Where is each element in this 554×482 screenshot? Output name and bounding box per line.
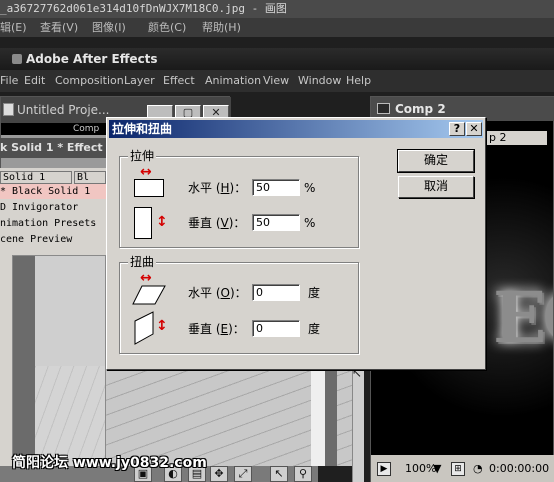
skew-horizontal-unit: 度	[308, 286, 321, 300]
tool-button[interactable]: ⤢	[234, 466, 252, 482]
stretch-vertical-label: 垂直 (V)：	[188, 216, 246, 230]
skew-vertical-unit: 度	[308, 322, 321, 336]
tool-button[interactable]: ✥	[210, 466, 228, 482]
preview-pillar	[311, 370, 325, 466]
viewer-menubar: 辑(E) 查看(V) 图像(I) 颜色(C) 帮助(H)	[0, 18, 554, 37]
ae-menu-view[interactable]: View	[263, 70, 289, 92]
viewer-menu-image[interactable]: 图像(I)	[92, 18, 126, 37]
help-button[interactable]: ?	[449, 122, 465, 136]
scene-preview-center	[106, 370, 364, 466]
skew-horizontal-label: 水平 (O)：	[188, 286, 247, 300]
comp-status-bar: ▶ 100% ▼ ⊞ ◔ 0:00:00:00	[371, 455, 554, 482]
skew-vertical-label: 垂直 (E)：	[188, 322, 245, 336]
viewer-menu-edit[interactable]: 辑(E)	[0, 18, 27, 37]
skew-vertical-field[interactable]: 0	[252, 320, 300, 337]
stretch-horizontal-unit: %	[304, 181, 316, 195]
ae-title: Adobe After Effects	[26, 52, 158, 66]
stretch-horizontal-field[interactable]: 50	[252, 179, 300, 196]
vertical-arrow-icon: ↕	[156, 214, 168, 230]
ae-menu-effect[interactable]: Effect	[163, 70, 195, 92]
ok-button[interactable]: 确定	[397, 149, 475, 173]
list-item[interactable]: D Invigorator	[0, 200, 106, 215]
ae-title-bar: Adobe After Effects	[0, 48, 554, 70]
horizontal-arrow-icon: ↔	[140, 270, 152, 286]
preview-wall	[13, 256, 35, 476]
ae-menu-composition[interactable]: Composition	[55, 70, 124, 92]
project-comp-label: Comp	[73, 124, 100, 134]
stretch-group-label: 拉伸	[128, 149, 157, 163]
snapshot-icon[interactable]: ◔	[473, 455, 483, 482]
watermark: 简阳论坛 www.jy0832.com	[12, 455, 207, 471]
arrow-tool-icon[interactable]: ↖	[270, 466, 288, 482]
tab-solid[interactable]: Solid 1	[0, 171, 72, 184]
viewer-menu-help[interactable]: 帮助(H)	[202, 18, 241, 37]
dialog-title-bar[interactable]: 拉伸和扭曲	[109, 120, 483, 138]
comp-title: Comp 2	[395, 102, 446, 116]
skew-group: 扭曲 ↔ 水平 (O)： 0 度 ↕ 垂直 (E)： 0 度	[119, 255, 359, 354]
monitor-icon	[377, 103, 390, 114]
stretch-group: 拉伸 ↔ 水平 (H)： 50 % ↕ 垂直 (V)： 50 %	[119, 149, 359, 248]
timecode[interactable]: 0:00:00:00	[489, 455, 549, 482]
viewer-menu-colors[interactable]: 颜色(C)	[148, 18, 186, 37]
scene-preview	[12, 255, 106, 477]
vertical-scrollbar[interactable]	[352, 370, 364, 482]
stretch-vertical-field[interactable]: 50	[252, 214, 300, 231]
stretch-skew-dialog: 拉伸和扭曲 ? ✕ 拉伸 ↔ 水平 (H)： 50 % ↕ 垂直 (V)： 50…	[106, 117, 486, 370]
tab-comp-2[interactable]: p 2	[487, 131, 547, 145]
close-button[interactable]: ✕	[466, 122, 482, 136]
viewer-title: _a36727762d061e314d10fDnWJX7M18C0.jpg - …	[0, 2, 287, 15]
ae-menu-layer[interactable]: Layer	[124, 70, 155, 92]
skew-horizontal-field[interactable]: 0	[252, 284, 300, 301]
ae-menu-edit[interactable]: Edit	[24, 70, 45, 92]
project-window-buttons: ▁ ▢ ✕	[145, 99, 229, 121]
cancel-button[interactable]: 取消	[398, 176, 474, 198]
vertical-stretch-icon	[134, 207, 152, 239]
skew-group-label: 扭曲	[128, 255, 157, 269]
list-item[interactable]: nimation Presets	[0, 216, 106, 231]
horizontal-arrow-icon: ↔	[140, 164, 152, 180]
stretch-vertical-unit: %	[304, 216, 316, 230]
viewer-menu-view[interactable]: 查看(V)	[40, 18, 78, 37]
document-icon	[3, 103, 14, 116]
ae-menu-animation[interactable]: Animation	[205, 70, 261, 92]
dialog-title: 拉伸和扭曲	[112, 122, 173, 136]
ae-menu-window[interactable]: Window	[298, 70, 341, 92]
list-item[interactable]: * Black Solid 1	[0, 184, 106, 199]
chevron-down-icon[interactable]: ▼	[433, 455, 441, 482]
ae-menubar: File Edit Composition Layer Effect Anima…	[0, 70, 554, 92]
horizontal-skew-icon	[132, 285, 166, 305]
vertical-arrow-icon: ↕	[156, 318, 168, 334]
comp-canvas-text: EC	[493, 276, 553, 359]
zoom-tool-icon[interactable]: ⚲	[294, 466, 312, 482]
viewer-title-bar: _a36727762d061e314d10fDnWJX7M18C0.jpg - …	[0, 0, 554, 18]
list-item[interactable]: cene Preview	[0, 232, 106, 247]
horizontal-stretch-icon	[134, 179, 164, 197]
ae-app-icon	[12, 54, 22, 64]
play-icon[interactable]: ▶	[377, 462, 391, 476]
ae-menu-file[interactable]: File	[0, 70, 18, 92]
effect-controls-title[interactable]: k Solid 1 * Effect Co	[0, 138, 106, 158]
tab-black-solid[interactable]: Bl	[74, 171, 106, 184]
ae-menu-help[interactable]: Help	[346, 70, 371, 92]
preview-pillar-shadow	[325, 370, 337, 466]
vertical-skew-icon	[134, 311, 154, 345]
grid-icon[interactable]: ⊞	[451, 462, 465, 476]
stretch-horizontal-label: 水平 (H)：	[188, 181, 247, 195]
project-title: Untitled Proje...	[17, 103, 110, 117]
zoom-select[interactable]: 100%	[405, 455, 436, 482]
